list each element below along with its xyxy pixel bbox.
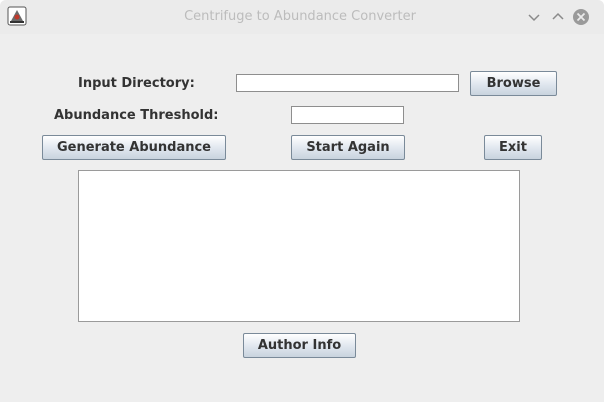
exit-button[interactable]: Exit — [484, 135, 542, 160]
title-bar[interactable]: Centrifuge to Abundance Converter — [0, 0, 604, 34]
input-directory-field[interactable] — [236, 74, 459, 92]
close-icon[interactable] — [572, 8, 590, 26]
browse-button[interactable]: Browse — [470, 71, 557, 96]
abundance-threshold-label: Abundance Threshold: — [54, 108, 219, 123]
maximize-icon[interactable] — [549, 8, 567, 26]
input-directory-label: Input Directory: — [78, 76, 195, 91]
app-window: Centrifuge to Abundance Converter Input … — [0, 0, 604, 402]
output-text-area[interactable] — [78, 170, 520, 322]
author-info-button[interactable]: Author Info — [243, 333, 356, 358]
minimize-icon[interactable] — [525, 8, 543, 26]
abundance-threshold-field[interactable] — [291, 106, 404, 124]
start-again-button[interactable]: Start Again — [291, 135, 405, 160]
generate-abundance-button[interactable]: Generate Abundance — [42, 135, 226, 160]
window-title: Centrifuge to Abundance Converter — [184, 9, 416, 24]
